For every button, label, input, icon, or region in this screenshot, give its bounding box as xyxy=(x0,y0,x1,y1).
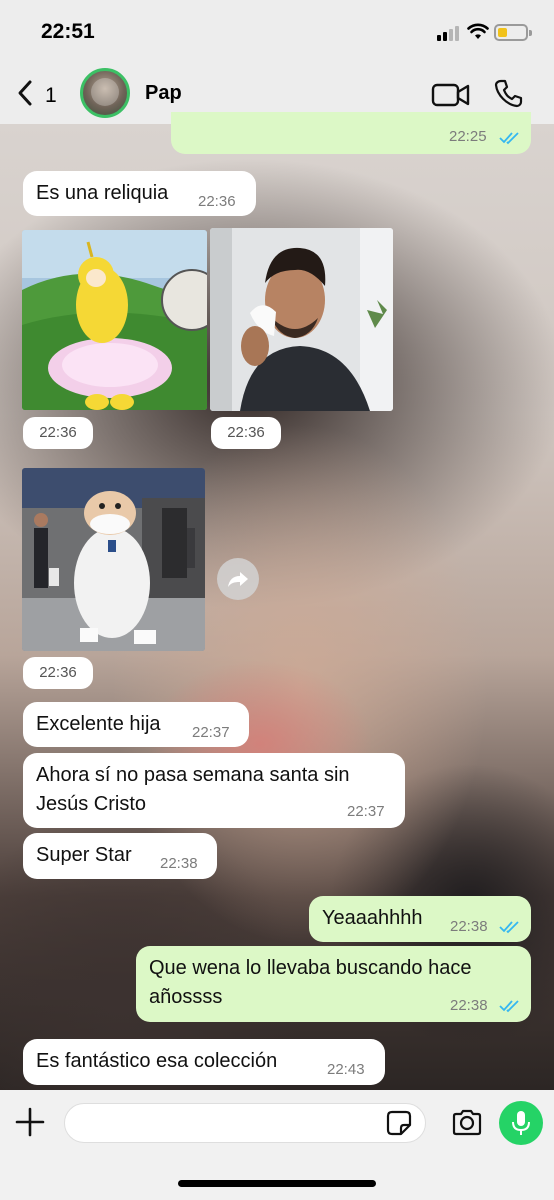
sticker-icon[interactable] xyxy=(386,1110,412,1136)
teletubby-photo xyxy=(22,230,207,410)
back-chevron-icon[interactable] xyxy=(14,78,40,108)
message-time: 22:38 xyxy=(160,855,198,872)
message-time: 22:25 xyxy=(449,128,487,145)
home-indicator xyxy=(178,1180,376,1187)
image-time-chip: 22:36 xyxy=(23,417,93,449)
cellular-signal-icon xyxy=(437,26,459,41)
man-photo xyxy=(210,228,393,411)
message-bubble-outgoing[interactable]: Yeaaahhhh 22:38 xyxy=(309,896,531,942)
message-time: 22:38 xyxy=(450,918,488,935)
double-check-icon xyxy=(499,1000,519,1013)
message-text-line2: añossss xyxy=(149,986,223,1008)
battery-icon xyxy=(494,24,532,41)
message-bubble-incoming[interactable]: Es fantástico esa colección 22:43 xyxy=(23,1039,385,1085)
status-bar: 22:51 xyxy=(0,0,554,60)
microphone-button[interactable] xyxy=(499,1101,543,1145)
image-message-mascot[interactable] xyxy=(22,468,205,651)
message-time: 22:36 xyxy=(198,193,236,210)
message-bubble-incoming[interactable]: Ahora sí no pasa semana santa sin Jesús … xyxy=(23,753,405,828)
message-text-line1: Ahora sí no pasa semana santa sin xyxy=(36,764,350,786)
double-check-icon xyxy=(499,921,519,934)
double-check-icon xyxy=(499,132,519,145)
plus-icon[interactable] xyxy=(14,1106,46,1138)
message-bubble-outgoing[interactable]: 22:25 xyxy=(171,112,531,154)
message-bubble-outgoing[interactable]: Que wena lo llevaba buscando hace añosss… xyxy=(136,946,531,1022)
video-call-icon[interactable] xyxy=(431,82,471,108)
message-text: Excelente hija xyxy=(36,713,161,735)
status-time: 22:51 xyxy=(41,20,95,43)
message-time: 22:43 xyxy=(327,1061,365,1078)
image-message-man[interactable] xyxy=(210,228,393,411)
message-time: 22:38 xyxy=(450,997,488,1014)
message-input[interactable] xyxy=(64,1103,426,1143)
message-text: Yeaaahhhh xyxy=(322,907,423,929)
image-time-chip: 22:36 xyxy=(211,417,281,449)
forward-button[interactable] xyxy=(217,558,259,600)
unread-count[interactable]: 1 xyxy=(45,84,57,108)
image-time-chip: 22:36 xyxy=(23,657,93,689)
message-text-line2: Jesús Cristo xyxy=(36,793,147,815)
contact-avatar[interactable] xyxy=(80,68,130,118)
mascot-photo xyxy=(22,468,205,651)
camera-icon[interactable] xyxy=(451,1108,483,1136)
message-bubble-incoming[interactable]: Excelente hija 22:37 xyxy=(23,702,249,747)
message-text: Es fantástico esa colección xyxy=(36,1050,278,1072)
forward-icon xyxy=(228,572,248,587)
message-text: Es una reliquia xyxy=(36,182,169,204)
wifi-icon xyxy=(467,23,489,39)
contact-name[interactable]: Pap xyxy=(145,82,182,105)
image-message-teletubby[interactable] xyxy=(22,230,207,410)
microphone-icon xyxy=(512,1111,530,1135)
voice-call-icon[interactable] xyxy=(494,78,524,108)
message-bubble-incoming[interactable]: Super Star 22:38 xyxy=(23,833,217,879)
message-bubble-incoming[interactable]: Es una reliquia 22:36 xyxy=(23,171,256,216)
message-text-line1: Que wena lo llevaba buscando hace xyxy=(149,957,472,979)
message-time: 22:37 xyxy=(347,803,385,820)
message-text: Super Star xyxy=(36,844,132,866)
message-time: 22:37 xyxy=(192,724,230,741)
